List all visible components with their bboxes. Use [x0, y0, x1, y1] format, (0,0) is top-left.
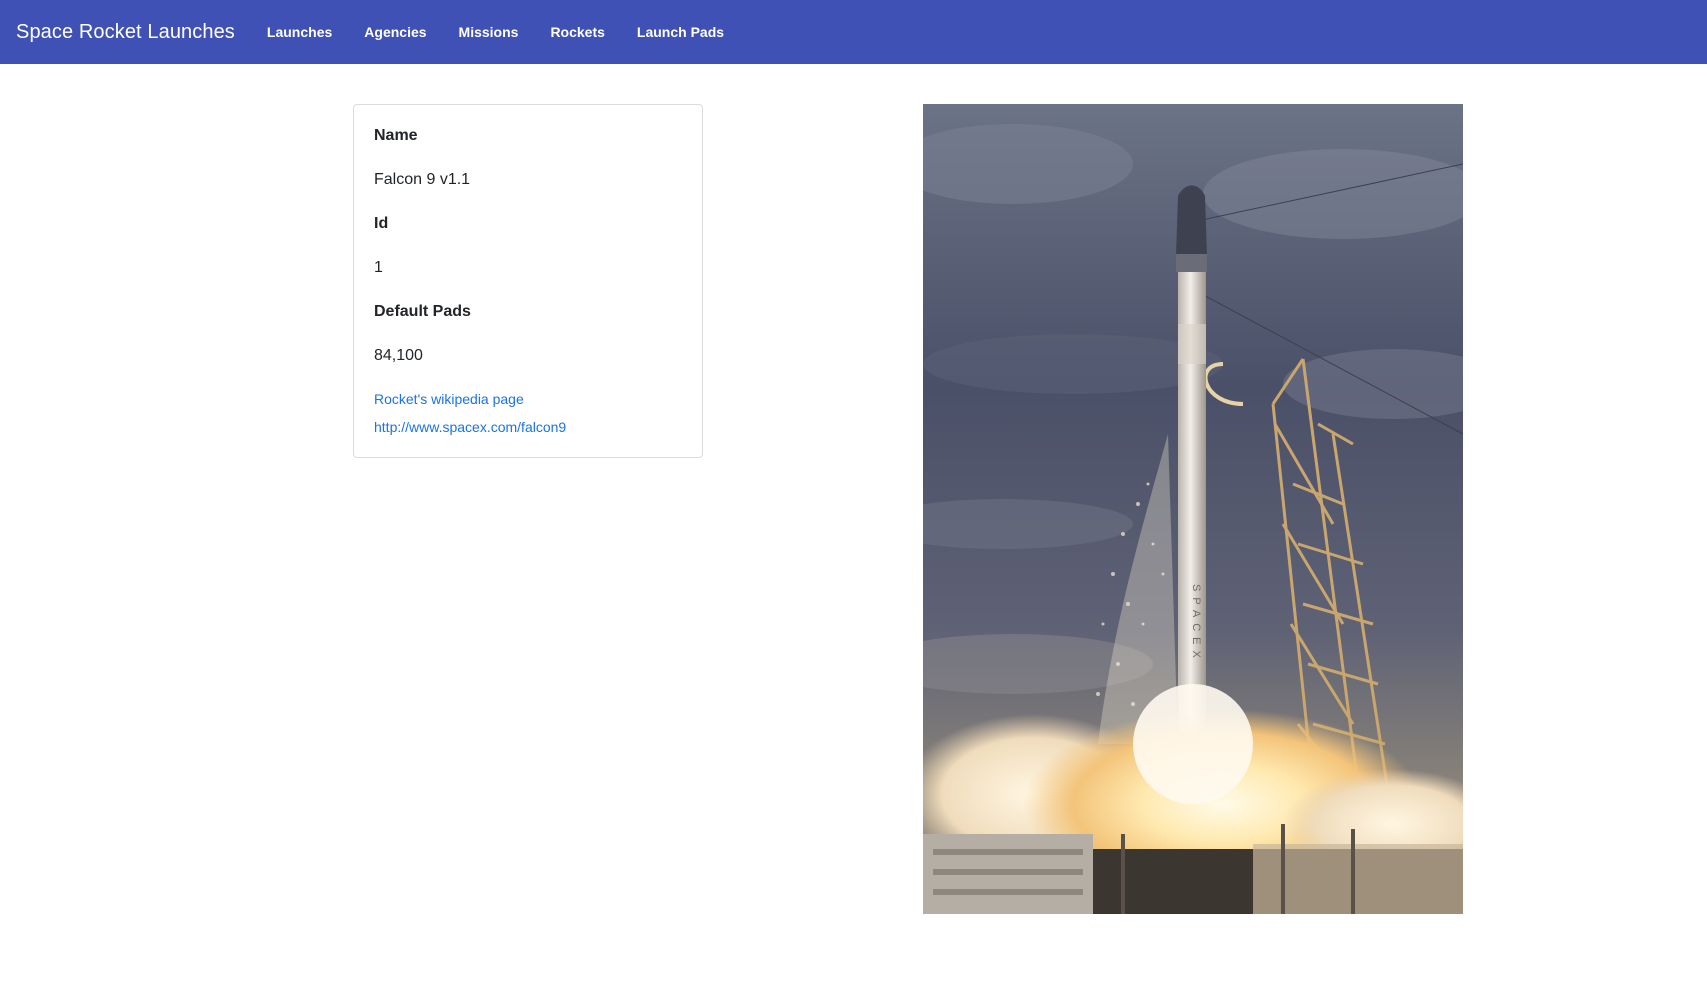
nav-rockets-link[interactable]: Rockets: [534, 24, 620, 40]
spacex-info-link[interactable]: http://www.spacex.com/falcon9: [374, 418, 682, 446]
brand-link[interactable]: Space Rocket Launches: [16, 21, 235, 44]
default-pads-label: Default Pads: [374, 303, 471, 320]
nav-missions-link[interactable]: Missions: [443, 24, 535, 40]
default-pads-value: 84,100: [374, 347, 423, 364]
wikipedia-link[interactable]: Rocket's wikipedia page: [374, 390, 682, 418]
top-navbar: Space Rocket Launches Launches Agencies …: [0, 0, 1707, 64]
rocket-name: Falcon 9 v1.1: [374, 171, 471, 188]
nav-launch-pads-link[interactable]: Launch Pads: [621, 24, 740, 40]
rocket-details-card: Name Falcon 9 v1.1 Id 1 Default Pads 84,…: [353, 104, 703, 458]
nav-links: Launches Agencies Missions Rockets Launc…: [251, 24, 740, 40]
name-label: Name: [374, 127, 418, 144]
id-label: Id: [374, 215, 389, 232]
rocket-lettering: SPACEX: [1190, 584, 1202, 664]
rocket-launch-image: SPACEX: [923, 104, 1463, 914]
nav-launches-link[interactable]: Launches: [251, 24, 348, 40]
rocket-id: 1: [374, 259, 383, 276]
nav-agencies-link[interactable]: Agencies: [348, 24, 442, 40]
